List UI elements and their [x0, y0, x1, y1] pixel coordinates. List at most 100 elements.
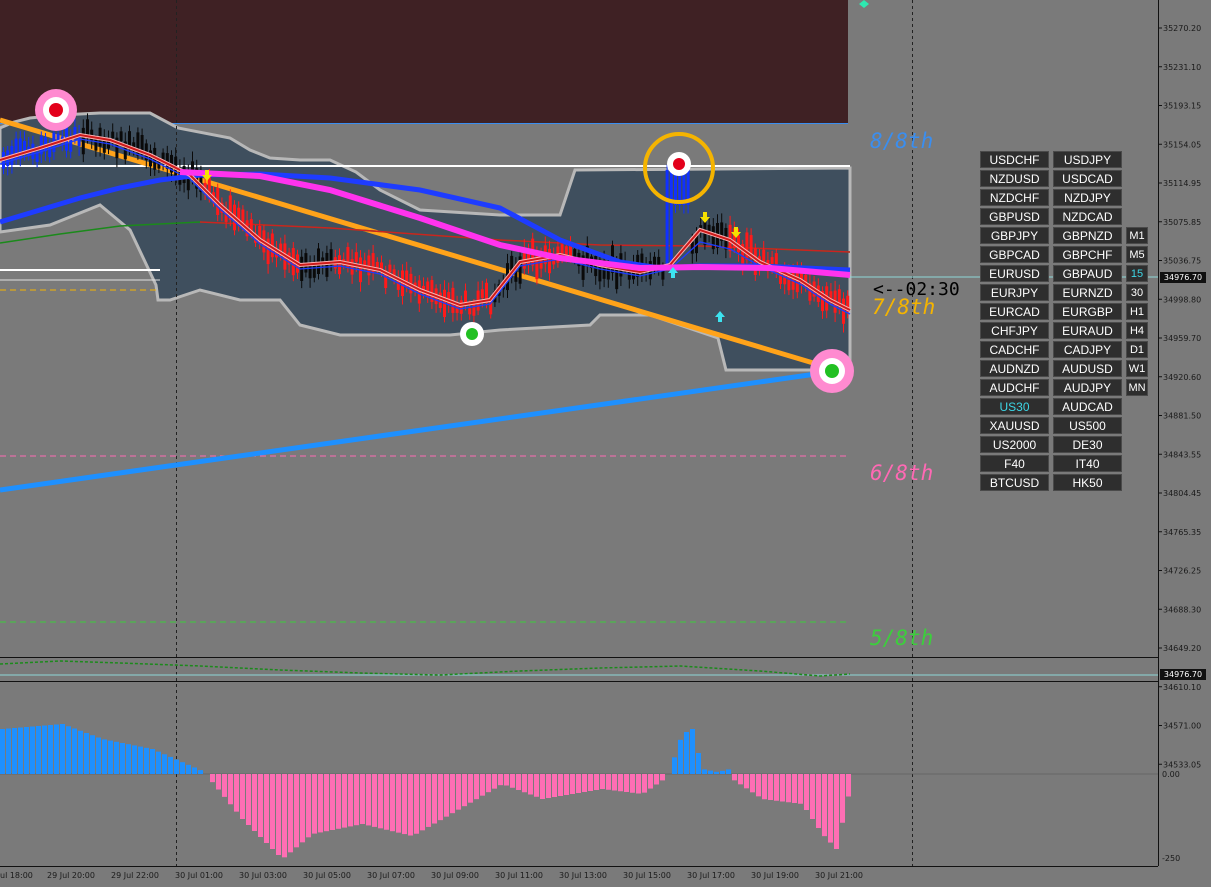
histogram-bar	[36, 726, 41, 774]
symbol-button-eurnzd[interactable]: EURNZD	[1053, 284, 1122, 301]
murrey-label-5-8: 5/8th	[870, 626, 933, 650]
symbol-button-usdchf[interactable]: USDCHF	[980, 151, 1049, 168]
time-axis-label: 30 Jul 11:00	[495, 871, 543, 880]
symbol-button-us30[interactable]: US30	[980, 398, 1049, 415]
timeframe-button-w1[interactable]: W1	[1126, 360, 1148, 377]
histogram-bar	[102, 739, 107, 774]
histogram-bar	[558, 774, 563, 796]
candle-body	[564, 246, 568, 256]
histogram-bar	[546, 774, 551, 798]
timeframe-button-m1[interactable]: M1	[1126, 227, 1148, 244]
histogram-bar	[276, 774, 281, 855]
histogram-bar	[18, 727, 23, 774]
histogram-bar	[228, 774, 233, 805]
histogram-bar	[594, 774, 599, 790]
signal-target-low-mid[interactable]	[460, 322, 484, 346]
symbol-button-eurusd[interactable]: EURUSD	[980, 265, 1049, 282]
timeframe-button-d1[interactable]: D1	[1126, 341, 1148, 358]
symbol-button-gbpaud[interactable]: GBPAUD	[1053, 265, 1122, 282]
symbol-button-f40[interactable]: F40	[980, 455, 1049, 472]
symbol-button-hk50[interactable]: HK50	[1053, 474, 1122, 491]
histogram-bar	[198, 770, 203, 774]
histogram-bar	[732, 774, 737, 781]
histogram-bar	[366, 774, 371, 826]
histogram-bar	[306, 774, 311, 838]
histogram-bar	[390, 774, 395, 832]
histogram-bar	[216, 774, 221, 790]
candle-body	[338, 255, 341, 275]
symbol-button-eurcad[interactable]: EURCAD	[980, 303, 1049, 320]
candle-body	[468, 308, 472, 315]
symbol-button-usdcad[interactable]: USDCAD	[1053, 170, 1122, 187]
candle-body	[627, 271, 631, 280]
histogram-bar	[810, 774, 815, 819]
symbol-button-audjpy[interactable]: AUDJPY	[1053, 379, 1122, 396]
timeframe-button-mn[interactable]: MN	[1126, 379, 1148, 396]
candle-body	[745, 232, 749, 260]
histogram-bar	[630, 774, 635, 793]
symbol-button-gbpusd[interactable]: GBPUSD	[980, 208, 1049, 225]
price-axis-label: 34726.25	[1163, 567, 1201, 576]
histogram-bar	[642, 774, 647, 793]
timeframe-button-m5[interactable]: M5	[1126, 246, 1148, 263]
histogram-bar	[456, 774, 461, 810]
price-axis-label: 34881.50	[1163, 412, 1201, 421]
histogram-bar	[696, 753, 701, 774]
symbol-button-nzdusd[interactable]: NZDUSD	[980, 170, 1049, 187]
histogram-bar	[468, 774, 473, 803]
timeframe-button-h4[interactable]: H4	[1126, 322, 1148, 339]
symbol-button-gbpjpy[interactable]: GBPJPY	[980, 227, 1049, 244]
histogram-bar	[738, 774, 743, 785]
signal-target-top-left[interactable]	[35, 89, 77, 131]
histogram-bar	[126, 744, 131, 774]
symbol-button-it40[interactable]: IT40	[1053, 455, 1122, 472]
symbol-button-de30[interactable]: DE30	[1053, 436, 1122, 453]
symbol-button-audchf[interactable]: AUDCHF	[980, 379, 1049, 396]
histogram-bar	[552, 774, 557, 797]
timeframe-button-15[interactable]: 15	[1126, 265, 1148, 282]
symbol-button-audcad[interactable]: AUDCAD	[1053, 398, 1122, 415]
symbol-button-us2000[interactable]: US2000	[980, 436, 1049, 453]
symbol-button-nzdchf[interactable]: NZDCHF	[980, 189, 1049, 206]
histogram-bar	[12, 728, 17, 774]
symbol-button-audusd[interactable]: AUDUSD	[1053, 360, 1122, 377]
histogram-bar	[720, 770, 725, 774]
symbol-button-eurjpy[interactable]: EURJPY	[980, 284, 1049, 301]
timeframe-button-h1[interactable]: H1	[1126, 303, 1148, 320]
symbol-button-xauusd[interactable]: XAUUSD	[980, 417, 1049, 434]
candle-body	[354, 252, 358, 262]
symbol-button-eurgbp[interactable]: EURGBP	[1053, 303, 1122, 320]
histogram-bar	[444, 774, 449, 817]
histogram-bar	[48, 725, 53, 774]
symbol-button-nzdjpy[interactable]: NZDJPY	[1053, 189, 1122, 206]
symbol-button-cadjpy[interactable]: CADJPY	[1053, 341, 1122, 358]
histogram-bar	[294, 774, 299, 848]
histogram-bar	[846, 774, 851, 797]
symbol-button-us500[interactable]: US500	[1053, 417, 1122, 434]
histogram-bar	[828, 774, 833, 843]
symbol-button-cadchf[interactable]: CADCHF	[980, 341, 1049, 358]
symbol-button-chfjpy[interactable]: CHFJPY	[980, 322, 1049, 339]
timeframe-button-30[interactable]: 30	[1126, 284, 1148, 301]
indicator-axis-label: 0.00	[1162, 770, 1180, 779]
histogram-bar	[54, 724, 59, 774]
symbol-button-gbpchf[interactable]: GBPCHF	[1053, 246, 1122, 263]
current-price-tag: 34976.70	[1160, 272, 1206, 283]
candle-body	[48, 145, 52, 158]
price-axis-label: 34688.30	[1163, 605, 1201, 614]
symbol-button-audnzd[interactable]: AUDNZD	[980, 360, 1049, 377]
histogram-bar	[606, 774, 611, 790]
price-axis-label: 34649.20	[1163, 644, 1201, 653]
symbol-button-gbpcad[interactable]: GBPCAD	[980, 246, 1049, 263]
symbol-button-btcusd[interactable]: BTCUSD	[980, 474, 1049, 491]
histogram-bar	[750, 774, 755, 793]
histogram-bar	[822, 774, 827, 837]
histogram-bar	[234, 774, 239, 812]
symbol-button-euraud[interactable]: EURAUD	[1053, 322, 1122, 339]
signal-target-low-right[interactable]	[810, 349, 854, 393]
symbol-button-gbpnzd[interactable]: GBPNZD	[1053, 227, 1122, 244]
symbol-button-nzdcad[interactable]: NZDCAD	[1053, 208, 1122, 225]
candle-body	[111, 131, 115, 139]
symbol-button-usdjpy[interactable]: USDJPY	[1053, 151, 1122, 168]
resistance-zone	[0, 0, 848, 123]
